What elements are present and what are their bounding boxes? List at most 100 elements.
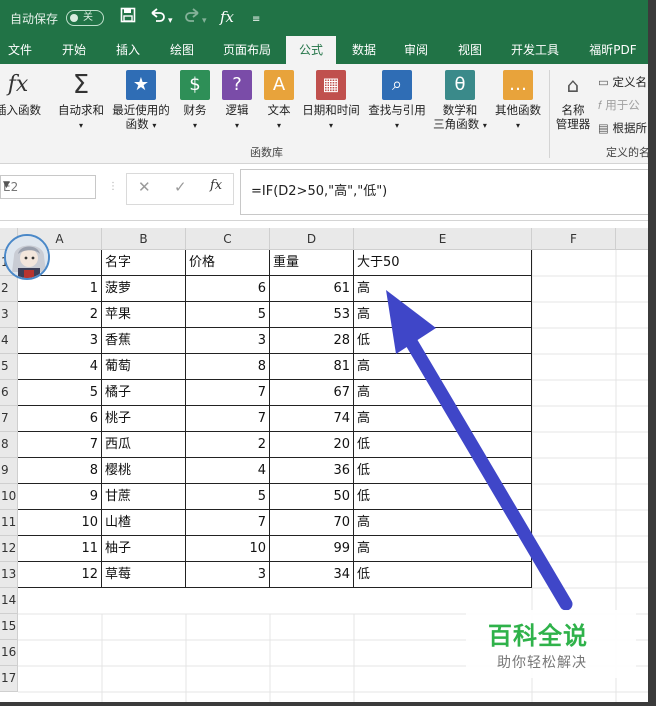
row-header[interactable]: 13 [0,562,18,588]
cell-b1[interactable]: 名字 [102,250,186,276]
cell-d4[interactable]: 28 [270,328,354,354]
use-in-formula-button[interactable]: 𝑓 用于公 [598,97,640,113]
cell-b7[interactable]: 桃子 [102,406,186,432]
cell-a5[interactable]: 4 [18,354,102,380]
tab-data[interactable]: 数据 [342,36,386,64]
cell-e3[interactable]: 高 [354,302,532,328]
cell-a2[interactable]: 1 [18,276,102,302]
cell-a11[interactable]: 10 [18,510,102,536]
insert-function-fx-icon[interactable]: fx [210,178,222,193]
cell-d5[interactable]: 81 [270,354,354,380]
recently-used-button[interactable]: ★ 最近使用的 函数 ▾ [108,70,174,133]
column-header-d[interactable]: D [270,228,354,250]
cell-c12[interactable]: 10 [186,536,270,562]
cell-e5[interactable]: 高 [354,354,532,380]
insert-function-button[interactable]: 𝑓x 插入函数 [0,70,44,117]
row-header[interactable]: 14 [0,588,18,614]
cell-b11[interactable]: 山楂 [102,510,186,536]
cell-a12[interactable]: 11 [18,536,102,562]
undo-dropdown-icon[interactable]: ▾ [168,11,173,31]
name-box[interactable]: E2 ▼ [0,175,96,199]
text-button[interactable]: A 文本 ▾ [262,70,296,133]
row-header[interactable]: 5 [0,354,18,380]
cell-e9[interactable]: 低 [354,458,532,484]
save-icon[interactable] [120,7,136,28]
cell-d3[interactable]: 53 [270,302,354,328]
cell-b8[interactable]: 西瓜 [102,432,186,458]
cell-b2[interactable]: 菠萝 [102,276,186,302]
tab-draw[interactable]: 绘图 [160,36,204,64]
date-time-button[interactable]: ▦ 日期和时间 ▾ [298,70,364,133]
insert-function-qat-icon[interactable]: fx [220,7,234,27]
cell-a7[interactable]: 6 [18,406,102,432]
more-functions-button[interactable]: … 其他函数 ▾ [490,70,546,133]
cell-c8[interactable]: 2 [186,432,270,458]
cell-b3[interactable]: 苹果 [102,302,186,328]
column-header-f[interactable]: F [532,228,616,250]
cell-c9[interactable]: 4 [186,458,270,484]
cell-d9[interactable]: 36 [270,458,354,484]
row-header[interactable]: 6 [0,380,18,406]
cell-d6[interactable]: 67 [270,380,354,406]
cell-c2[interactable]: 6 [186,276,270,302]
cell-e11[interactable]: 高 [354,510,532,536]
cell-c11[interactable]: 7 [186,510,270,536]
cell-e7[interactable]: 高 [354,406,532,432]
tab-review[interactable]: 审阅 [394,36,438,64]
autosum-button[interactable]: Σ 自动求和 ▾ [56,70,106,133]
row-header[interactable]: 17 [0,666,18,692]
financial-button[interactable]: $ 财务 ▾ [178,70,212,133]
row-header[interactable]: 3 [0,302,18,328]
enter-icon[interactable]: ✓ [174,178,187,196]
row-header[interactable]: 11 [0,510,18,536]
cell-e10[interactable]: 低 [354,484,532,510]
cell-d10[interactable]: 50 [270,484,354,510]
math-trig-button[interactable]: θ 数学和 三角函数 ▾ [430,70,490,133]
cell-e8[interactable]: 低 [354,432,532,458]
tab-developer[interactable]: 开发工具 [504,36,566,64]
lookup-reference-button[interactable]: ⌕ 查找与引用 ▾ [364,70,430,133]
cell-c5[interactable]: 8 [186,354,270,380]
cell-d1[interactable]: 重量 [270,250,354,276]
cell-b4[interactable]: 香蕉 [102,328,186,354]
cell-d13[interactable]: 34 [270,562,354,588]
cell-b9[interactable]: 樱桃 [102,458,186,484]
cell-a9[interactable]: 8 [18,458,102,484]
cell-e13[interactable]: 低 [354,562,532,588]
cell-c13[interactable]: 3 [186,562,270,588]
row-header[interactable]: 2 [0,276,18,302]
cell-d11[interactable]: 70 [270,510,354,536]
row-header[interactable]: 12 [0,536,18,562]
cell-a10[interactable]: 9 [18,484,102,510]
column-header-c[interactable]: C [186,228,270,250]
cell-e2[interactable]: 高 [354,276,532,302]
row-header[interactable]: 8 [0,432,18,458]
cell-d7[interactable]: 74 [270,406,354,432]
row-header[interactable]: 16 [0,640,18,666]
cell-e6[interactable]: 高 [354,380,532,406]
tab-view[interactable]: 视图 [448,36,492,64]
tab-insert[interactable]: 插入 [106,36,150,64]
customize-qat-icon[interactable]: ≡ [252,10,260,30]
cell-a3[interactable]: 2 [18,302,102,328]
logical-button[interactable]: ? 逻辑 ▾ [220,70,254,133]
cell-a6[interactable]: 5 [18,380,102,406]
tab-home[interactable]: 开始 [52,36,96,64]
cell-e1[interactable]: 大于50 [354,250,532,276]
define-name-button[interactable]: ▭ 定义名 [598,74,647,90]
cell-b12[interactable]: 柚子 [102,536,186,562]
row-header[interactable]: 10 [0,484,18,510]
formula-input[interactable]: =IF(D2>50,"高","低") [240,169,656,215]
cell-a4[interactable]: 3 [18,328,102,354]
row-header[interactable]: 15 [0,614,18,640]
undo-icon[interactable] [148,7,168,28]
cell-c10[interactable]: 5 [186,484,270,510]
cell-e12[interactable]: 高 [354,536,532,562]
cell-c7[interactable]: 7 [186,406,270,432]
cell-d8[interactable]: 20 [270,432,354,458]
row-header[interactable]: 9 [0,458,18,484]
name-manager-button[interactable]: ⌂ 名称 管理器 [552,70,594,131]
cell-c3[interactable]: 5 [186,302,270,328]
cell-d2[interactable]: 61 [270,276,354,302]
autosave-toggle[interactable]: 关 [66,10,104,26]
